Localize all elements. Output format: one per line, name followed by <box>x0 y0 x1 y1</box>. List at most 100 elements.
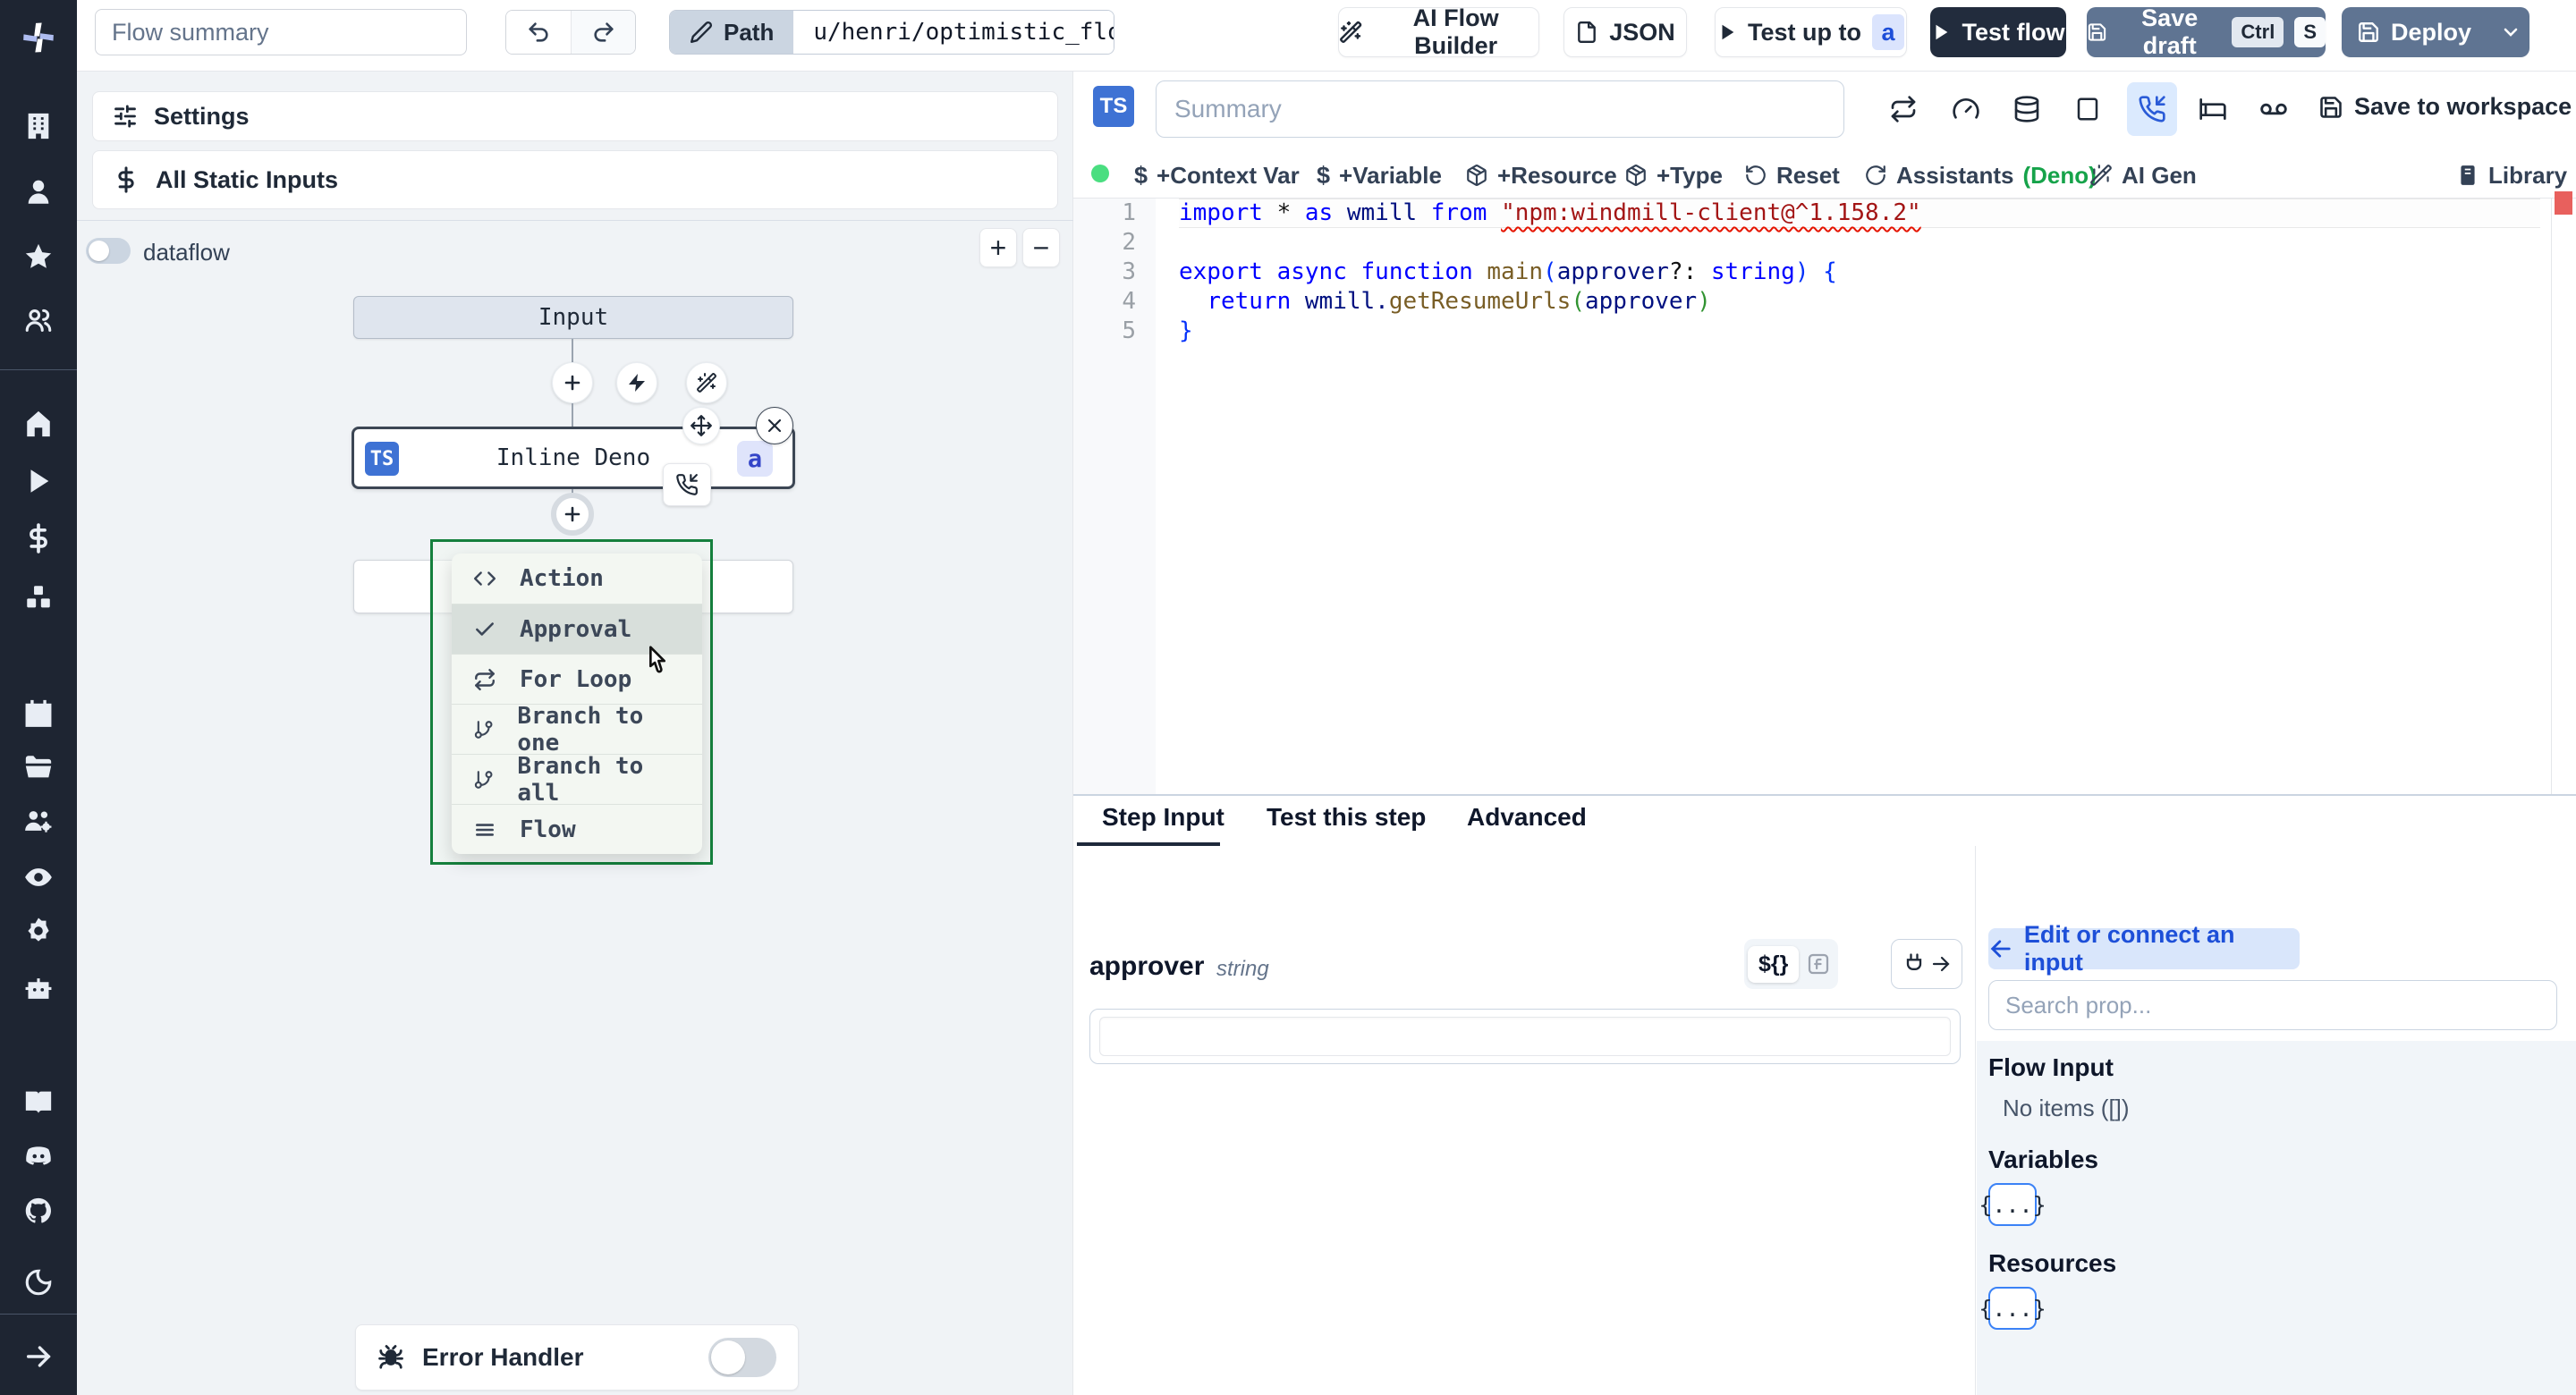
dataflow-label: dataflow <box>143 239 230 266</box>
menu-item-action[interactable]: Action <box>452 554 702 604</box>
step-editor-panel: TS Summary Save to workspace $ +Context … <box>1073 72 2576 1395</box>
settings-gear-icon[interactable] <box>23 916 54 946</box>
windmill-logo-icon[interactable] <box>19 18 58 57</box>
add-step-below-button[interactable] <box>551 493 594 536</box>
dark-mode-moon-icon[interactable] <box>23 1267 54 1298</box>
field-type: string <box>1216 957 1269 981</box>
insert-step-button[interactable] <box>552 362 593 403</box>
rotate-ccw-icon <box>1746 165 1766 185</box>
expr-mode-button[interactable]: ${} <box>1748 945 1800 983</box>
variables-object-chip[interactable]: {...} <box>1979 1183 2046 1226</box>
step-summary-input[interactable]: Summary <box>1156 80 1844 138</box>
reset-button[interactable]: Reset <box>1744 157 1840 193</box>
phone-incoming-icon <box>2139 96 2165 123</box>
test-up-to-button[interactable]: Test up to a <box>1715 7 1907 57</box>
github-icon[interactable] <box>23 1196 54 1226</box>
library-button[interactable]: Library <box>2456 157 2567 193</box>
add-variable-button[interactable]: $ +Variable <box>1317 157 1442 193</box>
save-to-workspace-button[interactable]: Save to workspace <box>2318 93 2572 121</box>
ai-gen-button[interactable]: AI Gen <box>2089 157 2197 193</box>
error-handler-toggle[interactable] <box>708 1338 776 1377</box>
inline-deno-step-node[interactable]: TS Inline Deno a <box>352 427 795 489</box>
redo-button[interactable] <box>571 11 635 54</box>
workspace-icon[interactable] <box>23 111 54 141</box>
lines-icon <box>476 823 494 836</box>
pencil-icon <box>690 21 713 44</box>
tab-test-this-step[interactable]: Test this step <box>1267 803 1426 832</box>
assistants-button[interactable]: Assistants (Deno) <box>1864 157 2097 193</box>
wand-icon <box>1340 21 1362 43</box>
expand-rail-arrow-icon[interactable] <box>23 1341 54 1372</box>
undo-button[interactable] <box>506 11 571 54</box>
field-value-input[interactable] <box>1089 1009 1961 1064</box>
robot-icon[interactable] <box>23 972 54 1002</box>
deploy-button[interactable]: Deploy <box>2342 7 2529 57</box>
menu-item-branch-to-all[interactable]: Branch to all <box>452 753 702 807</box>
error-marker <box>2555 191 2572 215</box>
arrow-left-icon <box>1990 940 2011 958</box>
path-value[interactable]: u/henri/optimistic_flow <box>793 11 1114 54</box>
home-icon[interactable] <box>23 409 54 439</box>
typescript-badge: TS <box>365 442 399 476</box>
suspend-step-chip[interactable] <box>663 463 711 506</box>
resources-boxes-icon[interactable] <box>23 582 54 613</box>
plus-icon <box>564 506 580 522</box>
search-prop-input[interactable]: Search prop... <box>1988 980 2557 1030</box>
user-icon[interactable] <box>23 177 54 207</box>
docs-book-icon[interactable] <box>23 1086 54 1117</box>
line-number-gutter: 12345 <box>1073 199 1156 794</box>
prop-picker: Flow Input No items ([]) Variables {...}… <box>1977 1041 2576 1395</box>
flow-settings-row[interactable]: Settings <box>92 91 1058 141</box>
fn-mode-button[interactable] <box>1802 948 1835 980</box>
test-flow-button[interactable]: Test flow <box>1930 7 2066 57</box>
tab-step-input[interactable]: Step Input <box>1102 803 1224 832</box>
add-context-var-button[interactable]: $ +Context Var <box>1134 157 1300 193</box>
favorites-star-icon[interactable] <box>23 241 54 272</box>
folders-icon[interactable] <box>23 752 54 782</box>
save-draft-button[interactable]: Save draft Ctrl S <box>2087 4 2326 59</box>
graph-zoom-in-button[interactable]: + <box>979 228 1017 267</box>
discord-icon[interactable] <box>23 1141 54 1171</box>
ai-suggest-button[interactable] <box>686 362 727 403</box>
delete-step-button[interactable] <box>756 407 793 444</box>
mock-voicemail-icon[interactable] <box>2256 91 2292 127</box>
flow-summary-input[interactable]: Flow summary <box>95 9 467 55</box>
retries-icon[interactable] <box>1885 91 1921 127</box>
menu-item-flow[interactable]: Flow <box>452 804 702 854</box>
sleep-bed-icon[interactable] <box>2195 91 2231 127</box>
runs-play-icon[interactable] <box>23 466 54 496</box>
schedules-calendar-icon[interactable] <box>23 698 54 728</box>
tab-advanced[interactable]: Advanced <box>1467 803 1587 832</box>
edge-line <box>572 403 573 427</box>
menu-item-branch-to-one[interactable]: Branch to one <box>452 703 702 757</box>
connect-input-plug-button[interactable] <box>1891 939 1962 989</box>
chevron-down-icon <box>2504 28 2518 37</box>
bug-icon <box>378 1345 403 1369</box>
edit-or-connect-button[interactable]: Edit or connect an input <box>1988 921 2300 976</box>
suspend-approval-button[interactable] <box>2127 82 2177 136</box>
json-button[interactable]: JSON <box>1563 7 1687 57</box>
path-edit-button[interactable]: Path <box>670 11 794 54</box>
all-static-inputs-row[interactable]: All Static Inputs <box>92 150 1058 209</box>
timeout-gauge-icon[interactable] <box>1948 91 1984 127</box>
users-settings-icon[interactable] <box>23 807 54 837</box>
early-stop-icon[interactable] <box>2070 91 2106 127</box>
error-handler-row[interactable]: Error Handler <box>355 1324 799 1391</box>
deploy-dropdown-chevron[interactable] <box>2489 21 2532 43</box>
variables-dollar-icon[interactable] <box>23 523 54 554</box>
graph-zoom-out-button[interactable]: − <box>1022 228 1060 267</box>
audit-eye-icon[interactable] <box>23 862 54 892</box>
resources-object-chip[interactable]: {...} <box>1979 1287 2046 1330</box>
trigger-bolt-button[interactable] <box>616 362 657 403</box>
dataflow-toggle[interactable] <box>86 238 131 264</box>
code-editor[interactable]: 12345 import * as wmill from "npm:windmi… <box>1073 191 2576 794</box>
groups-icon[interactable] <box>23 305 54 335</box>
move-step-handle[interactable] <box>682 407 720 444</box>
add-resource-button[interactable]: +Resource <box>1465 157 1617 193</box>
flow-input-node[interactable]: Input <box>353 296 793 339</box>
add-type-button[interactable]: +Type <box>1624 157 1723 193</box>
cache-database-icon[interactable] <box>2009 91 2045 127</box>
rail-divider <box>0 369 77 370</box>
plus-icon <box>564 375 580 391</box>
ai-flow-builder-button[interactable]: AI Flow Builder <box>1338 4 1539 59</box>
